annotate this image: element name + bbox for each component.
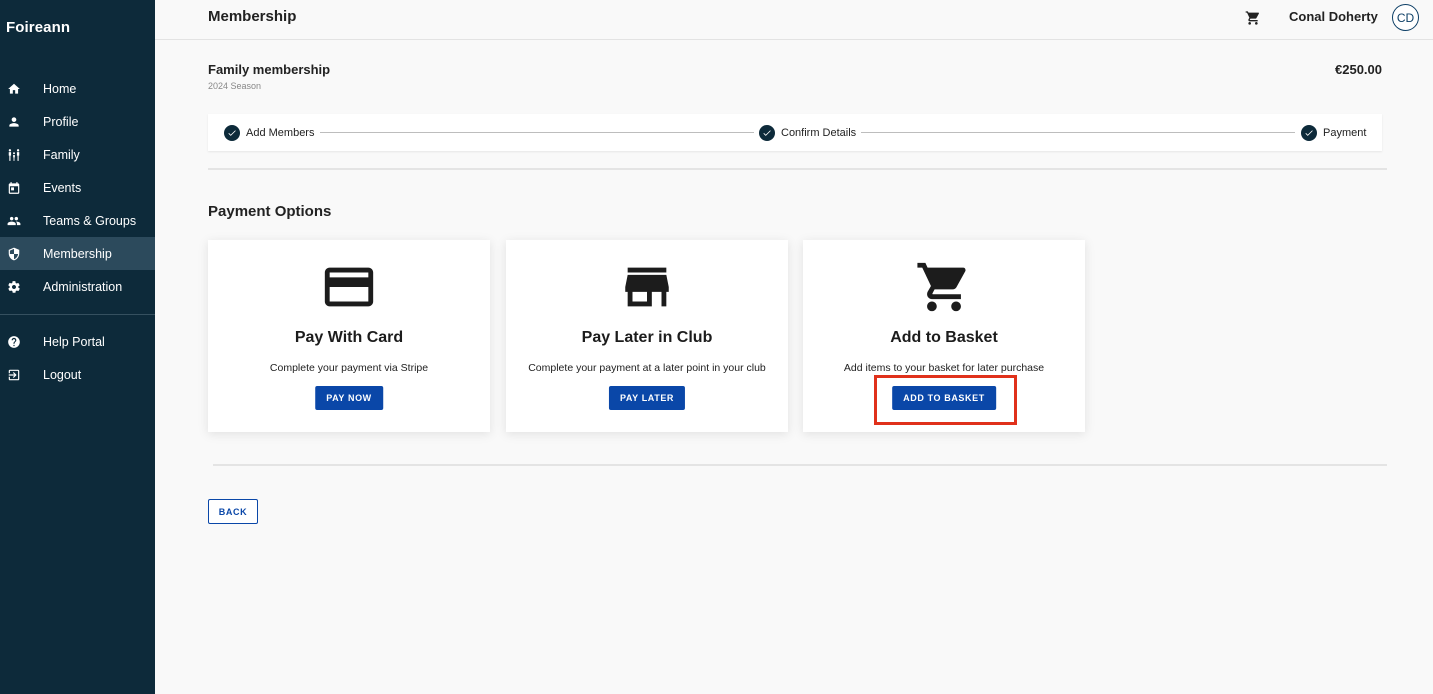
sidebar-footer-nav: Help Portal Logout [0, 325, 155, 391]
sidebar: Foireann Home Profile Family Events Team… [0, 0, 155, 694]
sidebar-item-home[interactable]: Home [0, 72, 155, 105]
sidebar-item-label: Help Portal [43, 334, 105, 349]
step-connector [861, 132, 1295, 133]
gear-icon [7, 280, 21, 294]
top-bar: Membership Conal Doherty CD [155, 0, 1433, 40]
check-circle-icon [224, 125, 240, 141]
sidebar-item-teams-groups[interactable]: Teams & Groups [0, 204, 155, 237]
store-icon [618, 258, 676, 316]
logout-icon [7, 368, 21, 382]
brand-logo-text[interactable]: Foireann [6, 19, 70, 36]
cart-icon [915, 258, 973, 316]
highlight-annotation-box [874, 375, 1017, 425]
help-icon [7, 335, 21, 349]
step-label: Add Members [246, 127, 315, 139]
check-circle-icon [759, 125, 775, 141]
avatar[interactable]: CD [1392, 4, 1419, 31]
option-description: Complete your payment via Stripe [269, 362, 429, 374]
shield-icon [7, 247, 21, 261]
option-title: Add to Basket [890, 329, 998, 346]
product-price: €250.00 [1335, 62, 1382, 77]
back-button[interactable]: BACK [208, 499, 258, 524]
product-season: 2024 Season [208, 81, 262, 91]
calendar-icon [7, 181, 21, 195]
pay-later-button[interactable]: PAY LATER [608, 386, 686, 410]
divider [213, 464, 1387, 466]
step-label: Confirm Details [781, 127, 857, 139]
sidebar-item-logout[interactable]: Logout [0, 358, 155, 391]
divider [208, 168, 1387, 170]
step-payment: Payment [1301, 125, 1366, 141]
option-title: Pay Later in Club [581, 329, 713, 346]
home-icon [7, 82, 21, 96]
sidebar-item-events[interactable]: Events [0, 171, 155, 204]
sidebar-item-label: Teams & Groups [43, 213, 137, 228]
payment-options-heading: Payment Options [208, 203, 332, 220]
pay-with-card-option: Pay With Card Complete your payment via … [208, 240, 490, 432]
option-description: Add items to your basket for later purch… [843, 362, 1045, 374]
sidebar-item-family[interactable]: Family [0, 138, 155, 171]
option-title: Pay With Card [294, 329, 404, 346]
sidebar-item-label: Administration [43, 279, 123, 294]
step-connector [320, 132, 754, 133]
page-title: Membership [208, 8, 297, 25]
step-confirm-details: Confirm Details [759, 125, 856, 141]
cart-icon[interactable] [1245, 10, 1261, 26]
sidebar-divider [0, 314, 155, 315]
sidebar-item-label: Membership [43, 246, 112, 261]
checkout-stepper: Add Members Confirm Details Payment [208, 114, 1382, 151]
product-title: Family membership [208, 62, 331, 77]
sidebar-item-label: Profile [43, 114, 79, 129]
sidebar-item-label: Logout [43, 367, 82, 382]
family-icon [7, 148, 21, 162]
group-icon [7, 214, 21, 228]
user-name[interactable]: Conal Doherty [1289, 9, 1378, 24]
sidebar-item-label: Home [43, 81, 77, 96]
step-label: Payment [1323, 127, 1367, 139]
sidebar-item-help-portal[interactable]: Help Portal [0, 325, 155, 358]
step-add-members: Add Members [224, 125, 314, 141]
credit-card-icon [320, 258, 378, 316]
sidebar-nav: Home Profile Family Events Teams & Group… [0, 72, 155, 303]
option-description: Complete your payment at a later point i… [528, 362, 766, 374]
sidebar-item-membership[interactable]: Membership [0, 237, 155, 270]
check-circle-icon [1301, 125, 1317, 141]
sidebar-item-administration[interactable]: Administration [0, 270, 155, 303]
sidebar-item-label: Events [43, 180, 82, 195]
sidebar-item-label: Family [43, 147, 80, 162]
pay-later-option: Pay Later in Club Complete your payment … [506, 240, 788, 432]
person-icon [7, 115, 21, 129]
sidebar-item-profile[interactable]: Profile [0, 105, 155, 138]
pay-now-button[interactable]: PAY NOW [315, 386, 383, 410]
